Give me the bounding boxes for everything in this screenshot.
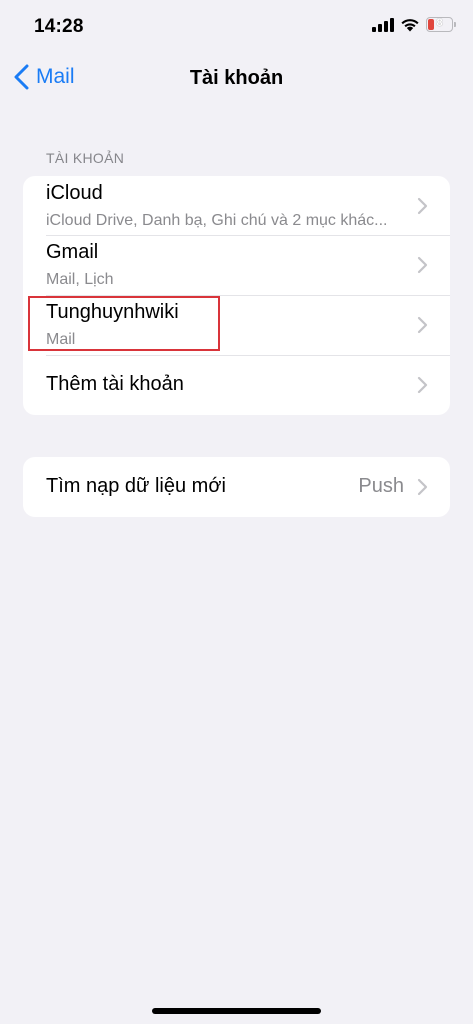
status-bar: 14:28 8	[0, 0, 473, 56]
chevron-right-icon	[417, 478, 428, 496]
add-account-label: Thêm tài khoản	[46, 373, 184, 395]
account-subtitle: Mail, Lịch	[46, 271, 114, 288]
account-title: Tunghuynhwiki	[46, 301, 179, 323]
chevron-right-icon	[417, 256, 428, 274]
fetch-new-data-row[interactable]: Tìm nạp dữ liệu mới Push	[23, 457, 450, 517]
battery-cap	[454, 22, 456, 27]
page-title: Tài khoản	[189, 67, 284, 89]
home-indicator[interactable]	[152, 1008, 321, 1014]
battery-icon: 8	[426, 17, 456, 32]
navigation-bar: Mail Tài khoản	[0, 56, 473, 102]
chevron-right-icon	[417, 197, 428, 215]
chevron-right-icon	[417, 376, 428, 394]
account-subtitle: Mail	[46, 331, 76, 348]
account-row-tunghuynhwiki[interactable]: Tunghuynhwiki Mail	[23, 295, 450, 355]
account-title: Gmail	[46, 241, 99, 263]
account-subtitle: iCloud Drive, Danh bạ, Ghi chú và 2 mục …	[46, 212, 388, 229]
mail-accounts-screen: 14:28 8 Mail Tài khoản TÀI KHOẢN iCloud …	[0, 0, 473, 1024]
account-title: iCloud	[46, 182, 103, 204]
account-row-gmail[interactable]: Gmail Mail, Lịch	[23, 235, 450, 295]
accounts-section-header: TÀI KHOẢN	[46, 150, 125, 166]
cellular-signal-icon	[372, 17, 394, 32]
wifi-icon	[401, 19, 419, 32]
fetch-new-data-value: Push	[358, 475, 404, 497]
chevron-right-icon	[417, 316, 428, 334]
fetch-new-data-label: Tìm nạp dữ liệu mới	[46, 475, 226, 497]
battery-level: 8	[436, 17, 443, 29]
accounts-list: iCloud iCloud Drive, Danh bạ, Ghi chú và…	[23, 176, 450, 415]
add-account-row[interactable]: Thêm tài khoản	[23, 355, 450, 415]
status-icons: 8	[372, 17, 456, 32]
account-row-icloud[interactable]: iCloud iCloud Drive, Danh bạ, Ghi chú và…	[23, 176, 450, 235]
status-time: 14:28	[34, 16, 84, 37]
fetch-settings-group: Tìm nạp dữ liệu mới Push	[23, 457, 450, 517]
